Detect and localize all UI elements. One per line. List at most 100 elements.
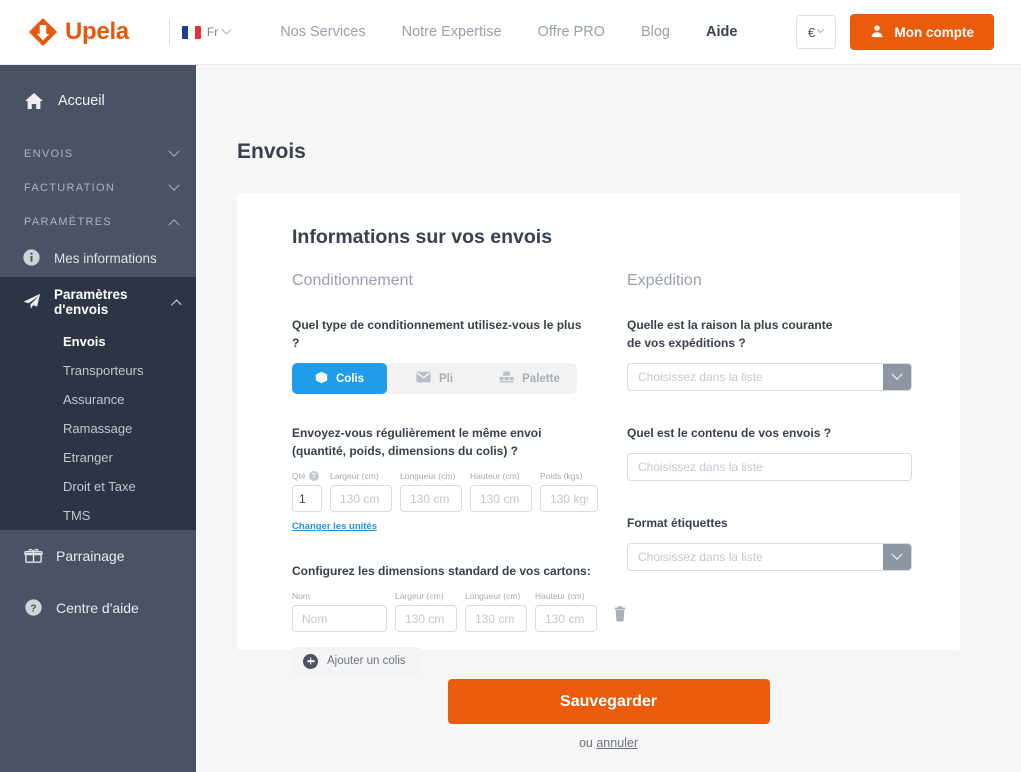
help-icon[interactable]: ? <box>308 471 319 481</box>
field-carton-hauteur-label: Hauteur (cm) <box>535 591 585 601</box>
sidebar-group-envois[interactable]: ENVOIS <box>0 137 196 171</box>
qte-input[interactable] <box>292 485 322 512</box>
sidebar-item-accueil[interactable]: Accueil <box>0 65 196 137</box>
sidebar-item-mes-informations[interactable]: Mes informations <box>0 239 196 277</box>
chevron-up-icon <box>168 219 180 231</box>
tab-colis-label: Colis <box>335 372 365 385</box>
sidebar-group-facturation[interactable]: FACTURATION <box>0 171 196 205</box>
tab-palette[interactable]: Palette <box>482 363 577 394</box>
nav-offre-pro[interactable]: Offre PRO <box>538 24 605 40</box>
envois-settings-card: Informations sur vos envois Conditionnem… <box>237 193 960 675</box>
raison-expedition-placeholder: Choisissez dans la liste <box>638 370 763 384</box>
sidebar-subnav-parametres-envois: Paramètres d'envois Envois Transporteurs… <box>0 277 196 530</box>
field-qte: Qté ? <box>292 471 322 512</box>
sidebar-subitem-etranger[interactable]: Etranger <box>0 443 196 472</box>
sidebar-group-envois-label: ENVOIS <box>24 148 74 160</box>
sidebar-item-parrainage[interactable]: Parrainage <box>0 530 196 582</box>
sauvegarder-button[interactable]: Sauvegarder <box>447 679 770 724</box>
chevron-up-icon <box>171 299 182 311</box>
top-header: Upela Fr Nos Services Notre Expertise Of… <box>0 0 1021 65</box>
sidebar-subitem-tms[interactable]: TMS <box>0 501 196 530</box>
sidebar-subitem-envois[interactable]: Envois <box>0 327 196 356</box>
form-actions: Sauvegarder ou annuler <box>196 679 1021 750</box>
question-contenu-envois: Quel est le contenu de vos envois ? <box>627 426 832 440</box>
header-right-actions: € Mon compte <box>795 14 994 50</box>
help-circle-icon: ? <box>24 598 44 618</box>
chevron-down-icon <box>168 145 180 157</box>
ajouter-un-colis-label: Ajouter un colis <box>327 655 406 667</box>
brand-logo[interactable]: Upela <box>28 17 129 47</box>
field-poids: Poids (kgs) <box>540 471 598 512</box>
nav-blog[interactable]: Blog <box>641 24 670 40</box>
raison-expedition-select[interactable]: Choisissez dans la liste <box>627 363 912 391</box>
dimensions-row: Qté ? Largeur (cm) Longueur (cm) <box>292 471 598 512</box>
sidebar-centre-aide-label: Centre d'aide <box>56 600 139 616</box>
card-title: Informations sur vos envois <box>292 226 553 248</box>
contenu-envois-placeholder: Choisissez dans la liste <box>638 460 763 474</box>
sidebar-subitem-droit-et-taxe[interactable]: Droit et Taxe <box>0 472 196 501</box>
question-type-conditionnement: Quel type de conditionnement utilisez-vo… <box>292 318 582 350</box>
question-raison-line1: Quelle est la raison la plus courante <box>627 318 833 332</box>
question-envoi-regulier-line2: (quantité, poids, dimensions du colis) ? <box>292 444 519 458</box>
field-carton-nom: Nom <box>292 591 387 632</box>
carton-longueur-input[interactable] <box>465 605 527 632</box>
field-longueur-label: Longueur (cm) <box>400 471 456 481</box>
header-divider <box>168 19 170 45</box>
sidebar-group-facturation-label: FACTURATION <box>24 182 116 194</box>
sidebar-item-centre-aide[interactable]: ? Centre d'aide <box>0 582 196 634</box>
field-carton-largeur-label: Largeur (cm) <box>395 591 444 601</box>
carton-largeur-input[interactable] <box>395 605 457 632</box>
sidebar: Accueil ENVOIS FACTURATION PARAMÈTRES Me… <box>0 65 196 772</box>
poids-input[interactable] <box>540 485 598 512</box>
cancel-line: ou annuler <box>579 736 638 750</box>
pallet-icon <box>499 371 514 386</box>
nav-notre-expertise[interactable]: Notre Expertise <box>402 24 502 40</box>
sidebar-subitem-assurance[interactable]: Assurance <box>0 385 196 414</box>
svg-text:?: ? <box>30 604 36 615</box>
carton-hauteur-input[interactable] <box>535 605 597 632</box>
french-flag-icon <box>181 25 201 39</box>
delete-carton-icon[interactable] <box>613 606 627 627</box>
sidebar-subitem-ramassage[interactable]: Ramassage <box>0 414 196 443</box>
currency-selector[interactable]: € <box>795 15 836 49</box>
changer-les-unites-link[interactable]: Changer les unités <box>292 521 377 532</box>
field-carton-longueur-label: Longueur (cm) <box>465 591 521 601</box>
longueur-input[interactable] <box>400 485 462 512</box>
nav-aide[interactable]: Aide <box>706 24 737 40</box>
field-carton-hauteur: Hauteur (cm) <box>535 591 597 632</box>
tab-pli[interactable]: Pli <box>387 363 482 394</box>
hauteur-input[interactable] <box>470 485 532 512</box>
expedition-heading: Expédition <box>627 272 702 289</box>
carton-row: Nom Largeur (cm) Longueur (cm) Hauteur (… <box>292 591 626 632</box>
page-title: Envois <box>237 140 306 163</box>
mon-compte-label: Mon compte <box>894 24 975 40</box>
largeur-input[interactable] <box>330 485 392 512</box>
question-envoi-regulier: Envoyez-vous régulièrement le même envoi… <box>292 424 592 460</box>
ajouter-un-colis-button[interactable]: Ajouter un colis <box>292 647 421 675</box>
sidebar-group-parametres-label: PARAMÈTRES <box>24 216 112 228</box>
format-etiquettes-dropdown-button[interactable] <box>883 544 911 570</box>
envelope-icon <box>416 371 431 386</box>
format-etiquettes-select[interactable]: Choisissez dans la liste <box>627 543 912 571</box>
language-selector[interactable]: Fr <box>181 24 232 39</box>
field-qte-label: Qté ? <box>292 471 322 481</box>
sidebar-group-parametres[interactable]: PARAMÈTRES <box>0 205 196 239</box>
carton-nom-input[interactable] <box>292 605 387 632</box>
conditionnement-heading: Conditionnement <box>292 272 413 289</box>
chevron-down-icon <box>817 25 825 33</box>
tab-pli-label: Pli <box>438 372 454 385</box>
sidebar-subitem-transporteurs[interactable]: Transporteurs <box>0 356 196 385</box>
box-icon <box>315 371 328 387</box>
sidebar-item-parametres-envois[interactable]: Paramètres d'envois <box>0 277 196 327</box>
field-hauteur: Hauteur (cm) <box>470 471 532 512</box>
raison-expedition-dropdown-button[interactable] <box>883 364 911 390</box>
currency-label: € <box>807 24 816 40</box>
nav-nos-services[interactable]: Nos Services <box>280 24 365 40</box>
annuler-link[interactable]: annuler <box>596 736 638 750</box>
chevron-down-icon <box>891 368 903 380</box>
contenu-envois-select[interactable]: Choisissez dans la liste <box>627 453 912 481</box>
mon-compte-button[interactable]: Mon compte <box>849 14 994 50</box>
tab-palette-label: Palette <box>522 372 560 385</box>
sidebar-parametres-envois-label: Paramètres d'envois <box>54 287 128 317</box>
tab-colis[interactable]: Colis <box>292 363 387 394</box>
